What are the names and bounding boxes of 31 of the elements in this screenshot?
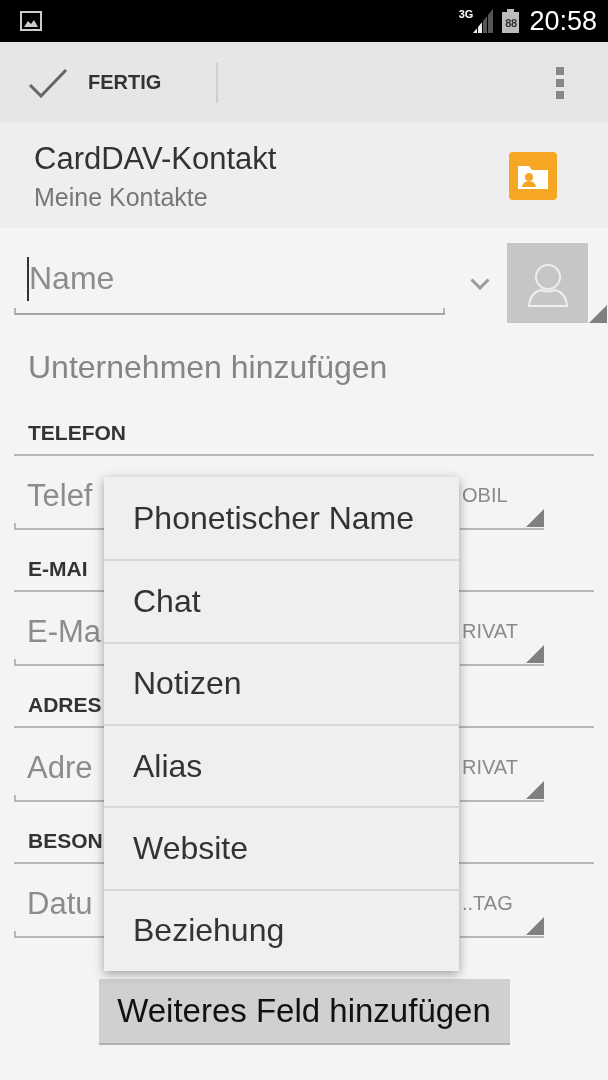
person-icon [526, 263, 569, 307]
network-type: 3G [458, 8, 474, 20]
section-heading: TELEFON [28, 421, 126, 445]
menu-item[interactable]: Website [104, 806, 459, 889]
account-type: CardDAV-Kontakt [34, 139, 277, 178]
photo-button[interactable] [507, 243, 588, 323]
menu-item[interactable]: Phonetischer Name [104, 477, 459, 560]
clock: 20:58 [529, 6, 597, 36]
triangle-icon [526, 781, 544, 799]
menu-item[interactable]: Beziehung [104, 888, 459, 971]
section-heading: BESON [28, 829, 103, 853]
triangle-icon [526, 917, 544, 935]
check-icon [28, 67, 68, 98]
add-field-button[interactable]: Weiteres Feld hinzufügen [98, 979, 510, 1045]
menu-item[interactable]: Chat [104, 559, 459, 642]
signal-icon [473, 9, 494, 33]
more-icon [556, 66, 564, 99]
battery-icon: 88 [502, 9, 520, 33]
image-icon [20, 11, 42, 31]
chevron-down-icon[interactable] [470, 278, 490, 290]
menu-item[interactable]: Notizen [104, 641, 459, 724]
done-button[interactable]: FERTIG [0, 42, 162, 123]
triangle-icon [526, 645, 544, 663]
triangle-icon [589, 305, 607, 323]
section-heading: ADRES [28, 693, 102, 717]
menu-item[interactable]: Alias [104, 724, 459, 807]
triangle-icon [526, 509, 544, 527]
section-heading: E-MAI [28, 557, 88, 581]
account-name: Meine Kontakte [34, 181, 209, 212]
more-options-button[interactable] [556, 66, 564, 99]
contact-folder-icon [509, 151, 557, 200]
